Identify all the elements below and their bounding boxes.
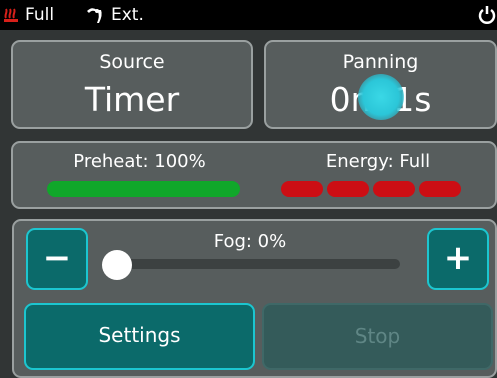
- energy-segment: [419, 181, 461, 197]
- stop-button[interactable]: Stop: [262, 303, 493, 370]
- energy-segment: [327, 181, 369, 197]
- source-card[interactable]: Source Timer: [11, 40, 253, 129]
- energy-segment: [373, 181, 415, 197]
- power-icon[interactable]: [478, 5, 496, 25]
- source-label: Source: [99, 51, 165, 73]
- fog-decrease-button[interactable]: −: [26, 228, 88, 290]
- status-bar: Full Ext.: [0, 0, 497, 30]
- running-label: Panning: [342, 51, 419, 73]
- preheat-label: Preheat: 100%: [73, 151, 206, 172]
- touch-indicator: [358, 74, 404, 120]
- settings-button[interactable]: Settings: [24, 303, 255, 370]
- preheat-bar: [47, 181, 240, 197]
- status-card: Preheat: 100% Energy: Full: [11, 141, 497, 209]
- source-value: Timer: [84, 80, 180, 119]
- fan-icon: [87, 8, 102, 23]
- energy-segment: [281, 181, 323, 197]
- heater-icon: [4, 8, 18, 22]
- fog-slider[interactable]: [103, 259, 400, 269]
- fog-increase-button[interactable]: +: [427, 228, 489, 290]
- fog-slider-knob[interactable]: [102, 250, 132, 280]
- fog-label: Fog: 0%: [213, 231, 287, 252]
- heat-mode-label: Full: [25, 5, 55, 25]
- fan-mode-label: Ext.: [111, 5, 144, 25]
- energy-label: Energy: Full: [325, 151, 431, 172]
